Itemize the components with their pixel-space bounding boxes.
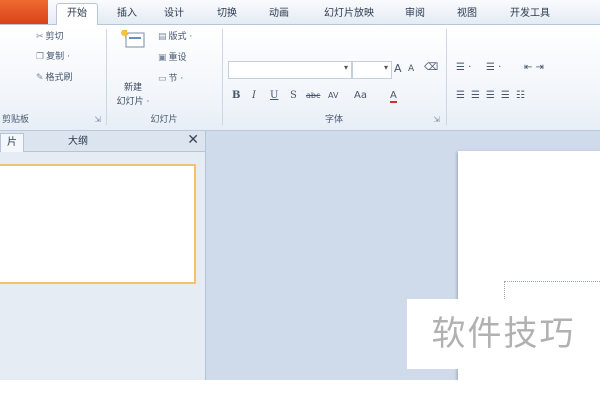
tab-transitions[interactable]: 切换 — [212, 4, 242, 24]
font-size-combo[interactable]: ▾ — [352, 61, 392, 79]
layout-icon: ▤ — [158, 32, 167, 42]
ribbon: ✂ 剪切 ❐ 复制 · ✎ 格式刷 剪贴板 ⇲ 新建 幻灯片 · ▤ 版式 · … — [0, 25, 600, 131]
clear-format-icon[interactable]: ⌫ — [424, 62, 438, 73]
new-slide-label: 新建 — [123, 83, 142, 93]
tab-review[interactable]: 审阅 — [398, 4, 432, 24]
font-group: ▾ ▾ A A ⌫ B I U S abc AV Aa A 字体 ⇲ — [224, 25, 444, 130]
strikethrough-button[interactable]: abc — [306, 91, 320, 100]
cut-button[interactable]: ✂ 剪切 — [36, 29, 64, 42]
shrink-font-button[interactable]: A — [408, 64, 414, 74]
tab-design[interactable]: 设计 — [156, 4, 192, 24]
separator — [106, 29, 107, 125]
new-slide-label-line2: 幻灯片 · — [116, 97, 150, 107]
align-buttons[interactable]: ☰☰☰☰☷ — [456, 90, 531, 101]
separator — [222, 29, 223, 125]
tab-outline[interactable]: 大纲 — [62, 133, 94, 151]
copy-button[interactable]: ❐ 复制 · — [36, 49, 70, 62]
slides-group-label: 幻灯片 — [150, 115, 178, 125]
pane-tabs: 片 大纲 ✕ — [0, 131, 205, 152]
bullets-button[interactable]: ☰ · — [456, 62, 471, 73]
scissors-icon: ✂ — [36, 32, 44, 42]
change-case-button[interactable]: Aa — [354, 90, 367, 101]
char-spacing-button[interactable]: AV — [328, 91, 338, 100]
grow-font-button[interactable]: A — [394, 62, 402, 75]
paragraph-group: ☰ · ☰ · ⇤ ⇥ ☰☰☰☰☷ — [448, 25, 600, 130]
tab-view[interactable]: 视图 — [450, 4, 484, 24]
file-tab[interactable] — [0, 0, 48, 24]
underline-button[interactable]: U — [270, 90, 278, 101]
clipboard-launcher-icon[interactable]: ⇲ — [94, 115, 101, 124]
font-launcher-icon[interactable]: ⇲ — [433, 115, 440, 124]
italic-button[interactable]: I — [252, 90, 256, 101]
tab-slideshow[interactable]: 幻灯片放映 — [314, 4, 384, 24]
section-icon: ▭ — [158, 74, 167, 84]
tab-home[interactable]: 开始 — [56, 3, 98, 26]
indent-buttons[interactable]: ⇤ ⇥ — [524, 62, 544, 73]
close-icon[interactable]: ✕ — [187, 132, 199, 148]
chevron-down-icon: ▾ — [383, 63, 388, 72]
tab-developer[interactable]: 开发工具 — [500, 4, 560, 24]
font-group-label: 字体 — [324, 115, 343, 125]
numbering-button[interactable]: ☰ · — [486, 62, 501, 73]
new-slide-icon — [121, 30, 145, 48]
watermark-text: 软件技巧 — [407, 299, 600, 369]
brush-icon: ✎ — [36, 73, 44, 83]
new-slide-button[interactable]: 新建 幻灯片 · — [108, 25, 158, 107]
copy-icon: ❐ — [36, 52, 45, 62]
chevron-down-icon: ▾ — [343, 63, 348, 72]
separator — [446, 29, 447, 125]
clipboard-group: ✂ 剪切 ❐ 复制 · ✎ 格式刷 剪贴板 ⇲ — [0, 25, 105, 130]
slides-pane: 片 大纲 ✕ — [0, 131, 206, 380]
font-name-combo[interactable]: ▾ — [228, 61, 352, 79]
reset-icon: ▣ — [158, 53, 167, 63]
powerpoint-window: 开始 插入 设计 切换 动画 幻灯片放映 审阅 视图 开发工具 ✂ 剪切 ❐ 复制 … — [0, 0, 600, 400]
ribbon-tab-bar: 开始 插入 设计 切换 动画 幻灯片放映 审阅 视图 开发工具 — [0, 0, 600, 26]
tab-animations[interactable]: 动画 — [262, 4, 296, 24]
font-color-button[interactable]: A — [390, 90, 397, 103]
shadow-button[interactable]: S — [290, 90, 297, 101]
tab-slides[interactable]: 片 — [0, 133, 24, 152]
reset-button[interactable]: ▣ 重设 — [158, 50, 187, 63]
format-painter-button[interactable]: ✎ 格式刷 — [36, 70, 73, 83]
slides-group: 新建 幻灯片 · ▤ 版式 · ▣ 重设 ▭ 节 · 幻灯片 — [108, 25, 220, 130]
bottom-strip — [0, 380, 600, 400]
layout-button[interactable]: ▤ 版式 · — [158, 29, 192, 42]
clipboard-group-label: 剪贴板 — [2, 115, 30, 125]
section-button[interactable]: ▭ 节 · — [158, 71, 183, 84]
bold-button[interactable]: B — [232, 90, 240, 101]
tab-insert[interactable]: 插入 — [110, 4, 144, 24]
slide-thumbnail[interactable] — [0, 164, 196, 284]
